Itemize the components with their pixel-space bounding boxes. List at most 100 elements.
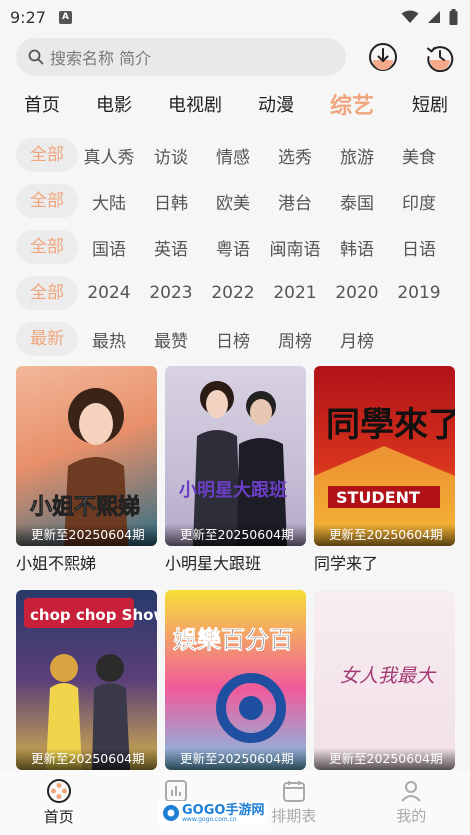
filter-chip[interactable]: 2021: [264, 283, 326, 303]
update-badge: 更新至20250604期: [165, 524, 306, 546]
show-card[interactable]: chop chop Show 更新至20250604期: [16, 590, 157, 770]
poster-logo: chop chop Show: [30, 606, 157, 624]
watermark-text: GOGO手游网: [182, 802, 265, 818]
search-placeholder: 搜索名称 简介: [50, 49, 152, 68]
filter-chip[interactable]: 泰国: [326, 189, 388, 214]
battery-icon: [449, 9, 458, 25]
filter-chip[interactable]: 欧美: [202, 189, 264, 214]
show-card[interactable]: 女人我最大 更新至20250604期: [314, 590, 455, 770]
update-badge: 更新至20250604期: [165, 748, 306, 770]
game-logo-icon: [163, 805, 179, 821]
poster-art: 女人我最大: [340, 665, 437, 687]
tab-home[interactable]: 首页: [24, 91, 60, 117]
filter-chip[interactable]: 国语: [78, 235, 140, 260]
filter-language: 全部 国语 英语 粤语 闽南语 韩语 日语: [0, 228, 470, 266]
poster-logo: 小姐不熙娣: [30, 494, 140, 520]
category-tabs: 首页 电影 电视剧 动漫 综艺 短剧: [0, 80, 470, 128]
filter-chip[interactable]: 2024: [78, 283, 140, 303]
watermark-logo: GOGO手游网 www.gogo.com.cn: [158, 801, 269, 825]
poster-art: 小明星大跟班: [179, 381, 287, 546]
wifi-icon: [401, 10, 419, 23]
tabbar-me[interactable]: 我的: [353, 770, 470, 835]
filter-chip[interactable]: 旅游: [326, 143, 388, 168]
filter-chip[interactable]: 全部: [16, 230, 78, 264]
show-card[interactable]: 娛樂百分百 更新至20250604期: [165, 590, 306, 770]
filter-chip[interactable]: 月榜: [326, 327, 388, 352]
filter-sort: 最新 最热 最赞 日榜 周榜 月榜: [0, 320, 470, 358]
show-card[interactable]: 小明星大跟班 更新至20250604期 小明星大跟班: [165, 366, 306, 590]
filter-chip[interactable]: 大陆: [78, 189, 140, 214]
tab-variety[interactable]: 综艺: [330, 88, 374, 120]
tab-short-drama[interactable]: 短剧: [412, 91, 448, 117]
filter-region: 全部 大陆 日韩 欧美 港台 泰国 印度: [0, 182, 470, 220]
filter-chip[interactable]: 2023: [140, 283, 202, 303]
filter-chip[interactable]: 真人秀: [78, 143, 140, 168]
poster-logo: 娛樂百分百: [172, 626, 293, 654]
show-poster[interactable]: 女人我最大 更新至20250604期: [314, 590, 455, 770]
filter-chip[interactable]: 印度: [388, 189, 450, 214]
filter-chip[interactable]: 选秀: [264, 143, 326, 168]
show-poster[interactable]: 小姐不熙娣 更新至20250604期: [16, 366, 157, 546]
filter-chip[interactable]: 周榜: [264, 327, 326, 352]
filter-year: 全部 2024 2023 2022 2021 2020 2019: [0, 274, 470, 312]
show-title: 小明星大跟班: [165, 554, 262, 573]
tabbar-label: 首页: [43, 808, 74, 826]
watermark-subtext: www.gogo.com.cn: [182, 815, 237, 823]
filter-genre: 全部 真人秀 访谈 情感 选秀 旅游 美食: [0, 136, 470, 174]
film-reel-icon: [46, 779, 71, 803]
filter-chip[interactable]: 闽南语: [264, 235, 326, 260]
filter-chip[interactable]: 日榜: [202, 327, 264, 352]
show-title: 小姐不熙娣: [16, 554, 97, 573]
tabbar-home[interactable]: 首页: [0, 770, 118, 835]
signal-icon: [428, 11, 440, 23]
filter-chip[interactable]: 情感: [202, 143, 264, 168]
filter-chip[interactable]: 全部: [16, 184, 78, 218]
filter-chip[interactable]: 韩语: [326, 235, 388, 260]
filter-chip[interactable]: 最热: [78, 327, 140, 352]
filter-chip[interactable]: 最新: [16, 322, 78, 356]
show-grid: 小姐不熙娣 更新至20250604期 小姐不熙娣 小明星大跟班 更新至20250…: [16, 366, 470, 770]
filter-chip[interactable]: 全部: [16, 276, 78, 310]
calendar-icon: [282, 781, 305, 802]
filter-chip[interactable]: 全部: [16, 138, 78, 172]
show-card[interactable]: 同學來了 STUDENT 更新至20250604期 同学来了: [314, 366, 455, 590]
search-input[interactable]: 搜索名称 简介: [16, 38, 347, 76]
tab-movie[interactable]: 电影: [96, 91, 132, 117]
update-badge: 更新至20250604期: [16, 524, 157, 546]
poster-art: 同學來了 STUDENT: [314, 405, 455, 546]
show-card[interactable]: 小姐不熙娣 更新至20250604期 小姐不熙娣: [16, 366, 157, 590]
show-poster[interactable]: 娛樂百分百 更新至20250604期: [165, 590, 306, 770]
download-icon: [368, 43, 397, 71]
tab-tv[interactable]: 电视剧: [168, 91, 222, 117]
filter-chip[interactable]: 美食: [388, 143, 450, 168]
history-button[interactable]: [423, 40, 456, 74]
tabbar-label: 排期表: [271, 807, 317, 825]
sim-icon: A: [58, 10, 72, 24]
filter-chip[interactable]: 最赞: [140, 327, 202, 352]
status-bar: 9:27 A: [0, 0, 470, 34]
filter-chip[interactable]: 英语: [140, 235, 202, 260]
filter-chip[interactable]: 2020: [326, 283, 388, 303]
filter-chip[interactable]: 粤语: [202, 235, 264, 260]
show-poster[interactable]: chop chop Show 更新至20250604期: [16, 590, 157, 770]
poster-logo: 女人我最大: [340, 665, 437, 687]
poster-subtext: STUDENT: [336, 488, 420, 507]
search-icon: [28, 49, 44, 65]
download-button[interactable]: [366, 40, 399, 74]
show-poster[interactable]: 小明星大跟班 更新至20250604期: [165, 366, 306, 546]
filter-chip[interactable]: 访谈: [140, 143, 202, 168]
status-time: 9:27: [10, 7, 46, 27]
filter-chip[interactable]: 港台: [264, 189, 326, 214]
poster-art: 小姐不熙娣: [30, 388, 140, 546]
poster-logo: 同學來了: [326, 405, 455, 445]
filter-chip[interactable]: 日韩: [140, 189, 202, 214]
tab-anime[interactable]: 动漫: [258, 91, 294, 117]
filter-chip[interactable]: 日语: [388, 235, 450, 260]
update-badge: 更新至20250604期: [314, 524, 455, 546]
show-poster[interactable]: 同學來了 STUDENT 更新至20250604期: [314, 366, 455, 546]
filter-chip[interactable]: 2019: [388, 283, 450, 303]
filter-chip[interactable]: 2022: [202, 283, 264, 303]
ranking-icon: [165, 780, 188, 802]
update-badge: 更新至20250604期: [16, 748, 157, 770]
tabbar-label: 我的: [396, 807, 427, 825]
